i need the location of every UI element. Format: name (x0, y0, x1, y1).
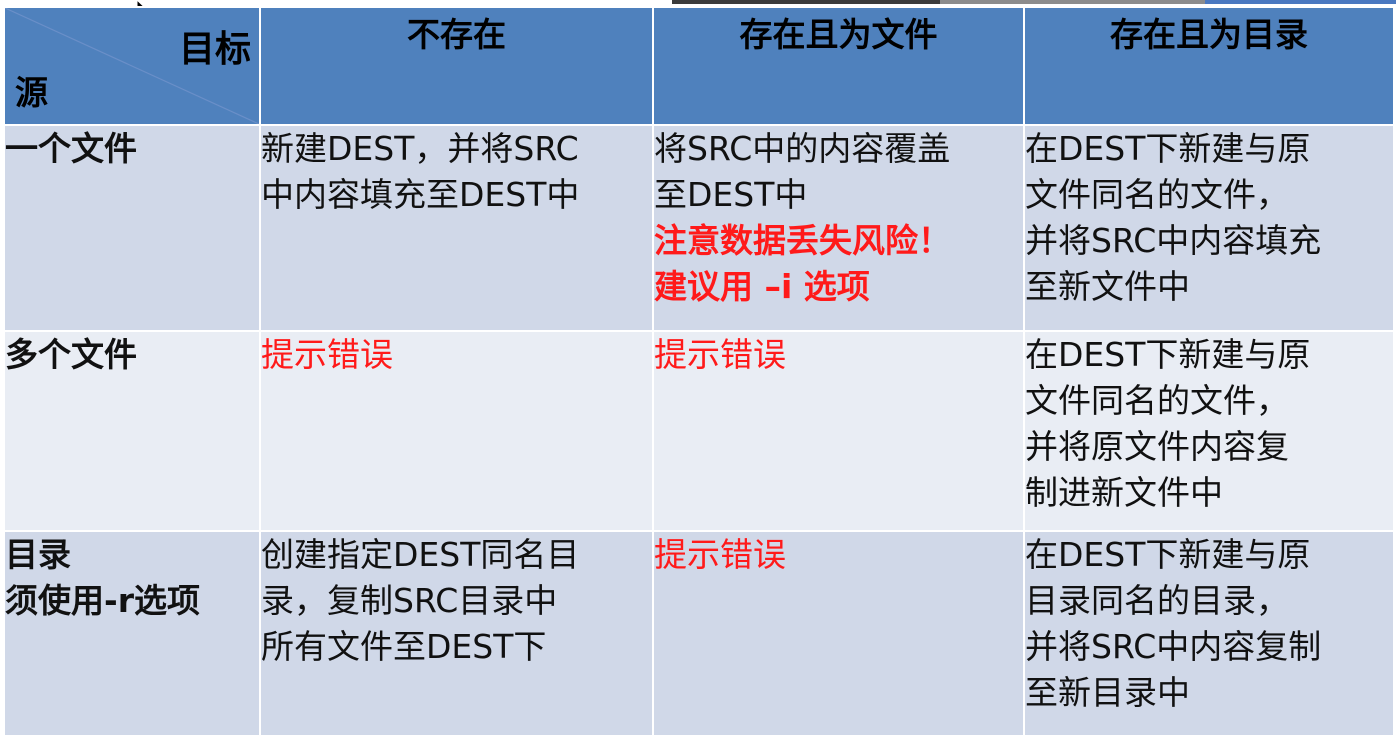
cell-not-exist: 提示错误 (259, 330, 654, 532)
cell-exists-dir: 在DEST下新建与原 目录同名的目录， 并将SRC中内容复制 至新目录中 (1023, 530, 1395, 737)
column-header-exists-dir: 存在且为目录 (1023, 6, 1395, 126)
row-label: 目录 (5, 535, 71, 574)
corner-source-label: 源 (15, 73, 48, 112)
error-text: 提示错误 (261, 335, 393, 374)
row-label-cell: 多个文件 (3, 330, 261, 532)
cell-exists-file: 提示错误 (652, 330, 1025, 532)
cell-exists-file: 提示错误 (652, 530, 1025, 737)
top-strip-grey (940, 0, 1205, 4)
cell-text-line: 并将SRC中内容填充 (1025, 221, 1322, 260)
header-row: 目标 源 不存在 存在且为文件 存在且为目录 (3, 6, 1395, 126)
cell-text-line: 并将SRC中内容复制 (1025, 627, 1322, 666)
cell-text-line: 并将原文件内容复 (1025, 427, 1289, 466)
row-label: 多个文件 (5, 335, 137, 374)
cell-text-line: 新建DEST，并将SRC (261, 129, 579, 168)
cell-not-exist: 创建指定DEST同名目 录，复制SRC目录中 所有文件至DEST下 (259, 530, 654, 737)
row-label: 一个文件 (5, 129, 137, 168)
top-strip-blue (1205, 0, 1396, 4)
column-header-exists-file: 存在且为文件 (652, 6, 1025, 126)
cell-text-line: 中内容填充至DEST中 (261, 175, 580, 214)
error-text: 提示错误 (654, 535, 786, 574)
cell-text-line: 将SRC中的内容覆盖 (654, 129, 951, 168)
cell-text-line: 目录同名的目录， (1025, 581, 1289, 620)
cell-text-line: 至新目录中 (1025, 673, 1190, 712)
cp-behavior-table: 目标 源 不存在 存在且为文件 存在且为目录 一个文件 新建DEST，并将SRC… (3, 6, 1395, 737)
table-row-multiple-files: 多个文件 提示错误 提示错误 在DEST下新建与原 文件同名的文件， 并将原文件… (3, 330, 1395, 532)
cell-not-exist: 新建DEST，并将SRC 中内容填充至DEST中 (259, 124, 654, 332)
cell-text-line: 所有文件至DEST下 (261, 627, 547, 666)
cell-text-line: 至新文件中 (1025, 267, 1190, 306)
column-header-not-exist: 不存在 (259, 6, 654, 126)
top-strip-dark (672, 0, 940, 4)
error-text: 提示错误 (654, 335, 786, 374)
cell-text-line: 文件同名的文件， (1025, 175, 1289, 214)
corner-target-label: 目标 (178, 29, 251, 70)
cell-text-line: 文件同名的文件， (1025, 381, 1289, 420)
cell-text-line: 录，复制SRC目录中 (261, 581, 558, 620)
option-i-advice: 建议用 –i 选项 (654, 267, 870, 306)
row-label-cell: 目录 须使用-r选项 (3, 530, 261, 737)
data-loss-warning: 注意数据丢失风险！ (654, 221, 951, 260)
cell-text-line: 在DEST下新建与原 (1025, 129, 1311, 168)
cell-text-line: 在DEST下新建与原 (1025, 335, 1311, 374)
row-label-cell: 一个文件 (3, 124, 261, 332)
table-row-directory: 目录 须使用-r选项 创建指定DEST同名目 录，复制SRC目录中 所有文件至D… (3, 530, 1395, 737)
row-label-note: 须使用-r选项 (5, 581, 200, 620)
corner-header: 目标 源 (3, 6, 261, 126)
cell-text-line: 在DEST下新建与原 (1025, 535, 1311, 574)
cell-exists-file: 将SRC中的内容覆盖 至DEST中 注意数据丢失风险！ 建议用 –i 选项 (652, 124, 1025, 332)
cell-exists-dir: 在DEST下新建与原 文件同名的文件， 并将SRC中内容填充 至新文件中 (1023, 124, 1395, 332)
table-row-single-file: 一个文件 新建DEST，并将SRC 中内容填充至DEST中 将SRC中的内容覆盖… (3, 124, 1395, 332)
cell-text-line: 至DEST中 (654, 175, 808, 214)
cell-text-line: 制进新文件中 (1025, 473, 1223, 512)
cell-text-line: 创建指定DEST同名目 (261, 535, 580, 574)
cell-exists-dir: 在DEST下新建与原 文件同名的文件， 并将原文件内容复 制进新文件中 (1023, 330, 1395, 532)
